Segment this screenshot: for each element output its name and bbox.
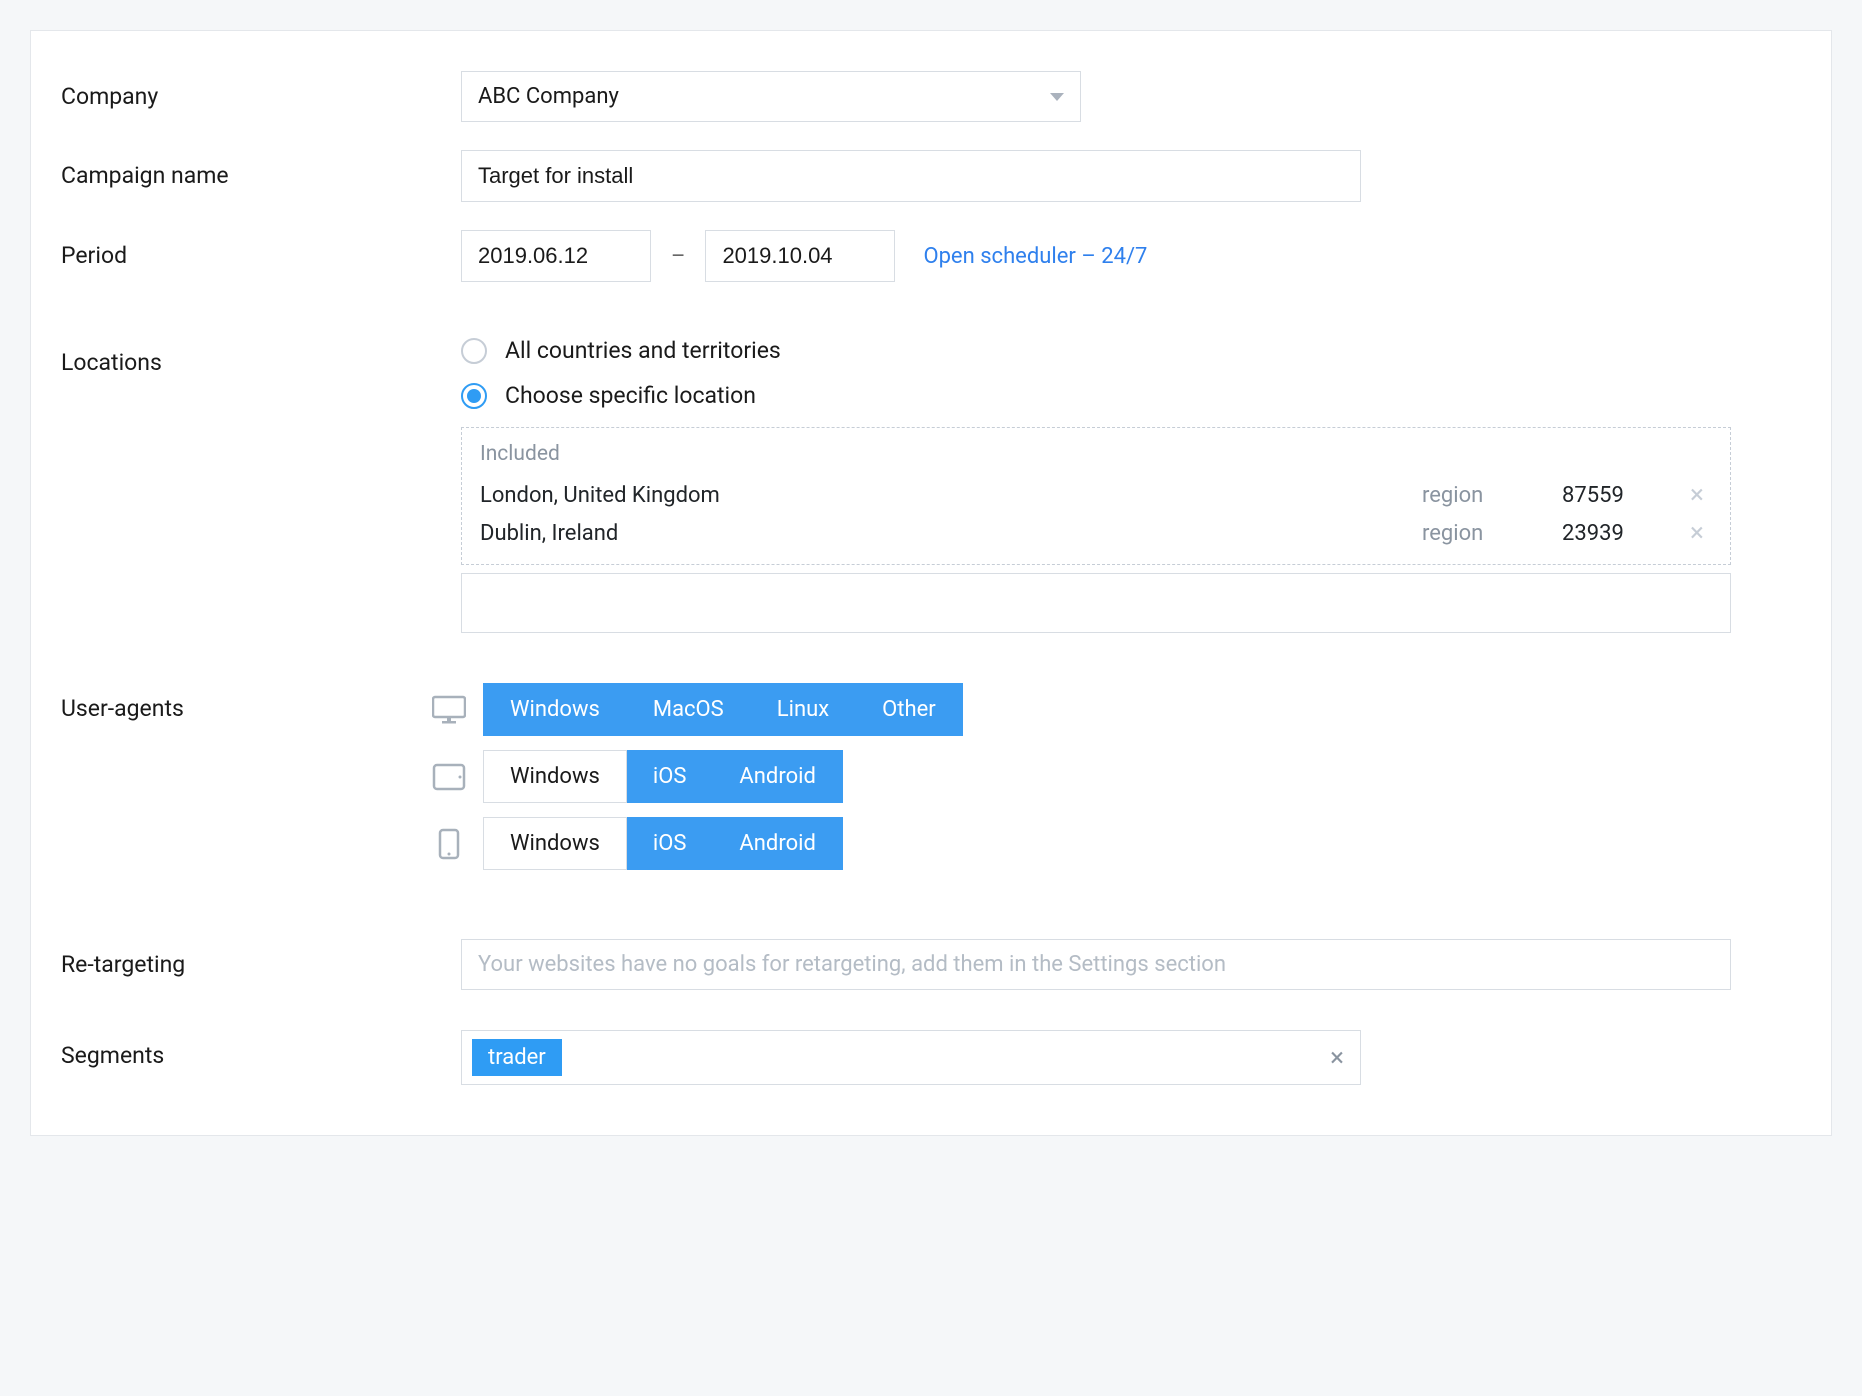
radio-specific-location[interactable]: Choose specific location (461, 382, 1801, 409)
location-item: Dublin, Ireland region 23939 × (480, 514, 1712, 552)
ua-tablet-options: Windows iOS Android (483, 750, 843, 803)
clear-segments-button[interactable]: × (1324, 1045, 1350, 1071)
row-period: Period – Open scheduler – 24/7 (61, 230, 1801, 282)
ua-row-mobile: Windows iOS Android (431, 817, 1801, 870)
ua-mobile-options: Windows iOS Android (483, 817, 843, 870)
company-select[interactable]: ABC Company (461, 71, 1081, 122)
label-locations: Locations (61, 337, 461, 376)
radio-icon (461, 338, 487, 364)
ua-opt-ios[interactable]: iOS (627, 750, 714, 803)
location-search-input[interactable] (461, 573, 1731, 633)
remove-location-button[interactable]: × (1682, 520, 1712, 546)
row-company: Company ABC Company (61, 71, 1801, 122)
included-header: Included (480, 442, 1712, 466)
ua-row-tablet: Windows iOS Android (431, 750, 1801, 803)
row-segments: Segments trader × (61, 1030, 1801, 1085)
location-count: 87559 (1562, 483, 1682, 508)
remove-location-button[interactable]: × (1682, 482, 1712, 508)
ua-opt-ios[interactable]: iOS (627, 817, 714, 870)
label-user-agents: User-agents (61, 683, 431, 722)
ua-opt-macos[interactable]: MacOS (627, 683, 751, 736)
period-separator: – (671, 244, 685, 269)
label-company: Company (61, 71, 461, 110)
radio-all-countries[interactable]: All countries and territories (461, 337, 1801, 364)
mobile-icon (431, 828, 467, 860)
segments-input[interactable]: trader × (461, 1030, 1361, 1085)
segment-tag[interactable]: trader (472, 1039, 562, 1076)
row-campaign-name: Campaign name (61, 150, 1801, 202)
ua-opt-windows[interactable]: Windows (483, 750, 627, 803)
tablet-icon (431, 761, 467, 793)
location-name: Dublin, Ireland (480, 521, 1422, 546)
period-end-input[interactable] (705, 230, 895, 282)
open-scheduler-link[interactable]: Open scheduler – 24/7 (923, 244, 1147, 269)
ua-opt-android[interactable]: Android (713, 817, 842, 870)
ua-opt-android[interactable]: Android (713, 750, 842, 803)
company-selected-value: ABC Company (478, 84, 619, 109)
label-period: Period (61, 230, 461, 269)
location-type: region (1422, 483, 1562, 508)
form-panel: Company ABC Company Campaign name Period… (30, 30, 1832, 1136)
ua-opt-windows[interactable]: Windows (483, 817, 627, 870)
location-count: 23939 (1562, 521, 1682, 546)
location-name: London, United Kingdom (480, 483, 1422, 508)
ua-row-desktop: Windows MacOS Linux Other (431, 683, 1801, 736)
radio-all-label: All countries and territories (505, 337, 781, 364)
row-retargeting: Re-targeting Your websites have no goals… (61, 939, 1801, 990)
location-item: London, United Kingdom region 87559 × (480, 476, 1712, 514)
caret-down-icon (1050, 93, 1064, 101)
label-segments: Segments (61, 1030, 461, 1069)
location-type: region (1422, 521, 1562, 546)
ua-opt-linux[interactable]: Linux (751, 683, 856, 736)
retargeting-input[interactable]: Your websites have no goals for retarget… (461, 939, 1731, 990)
desktop-icon (431, 694, 467, 726)
ua-opt-other[interactable]: Other (856, 683, 963, 736)
period-start-input[interactable] (461, 230, 651, 282)
row-user-agents: User-agents Windows MacOS Linux Other (61, 683, 1801, 884)
label-retargeting: Re-targeting (61, 939, 461, 978)
ua-opt-windows[interactable]: Windows (483, 683, 627, 736)
label-campaign-name: Campaign name (61, 150, 461, 189)
included-locations-box: Included London, United Kingdom region 8… (461, 427, 1731, 565)
radio-icon (461, 383, 487, 409)
campaign-name-input[interactable] (461, 150, 1361, 202)
ua-desktop-options: Windows MacOS Linux Other (483, 683, 963, 736)
radio-specific-label: Choose specific location (505, 382, 756, 409)
row-locations: Locations All countries and territories … (61, 337, 1801, 633)
